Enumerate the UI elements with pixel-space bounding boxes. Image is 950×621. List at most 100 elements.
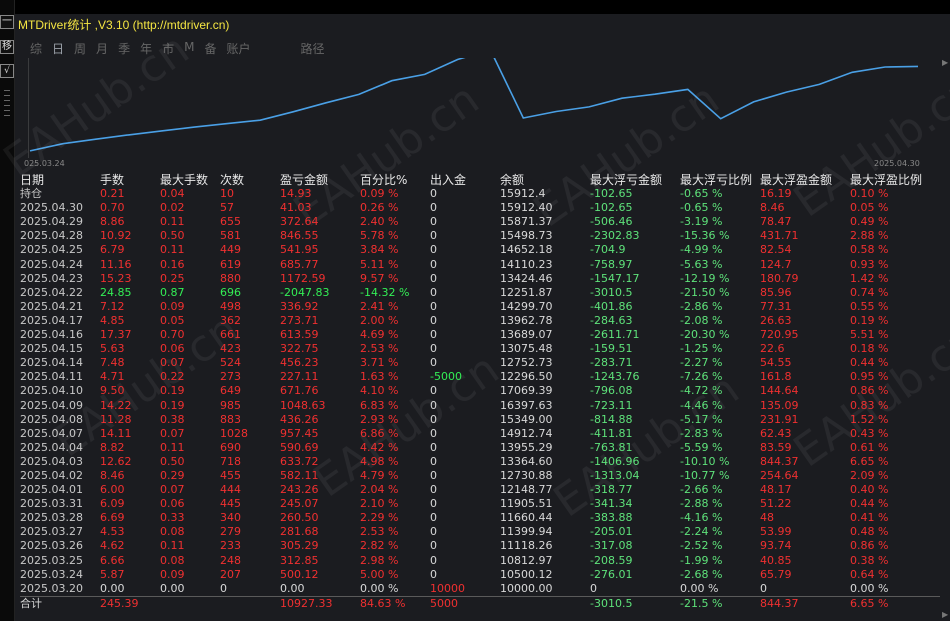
- table-cell: 0: [430, 215, 437, 229]
- table-row[interactable]: 2025.04.21 7.12 0.09 498 336.92 2.41 % 0 14299.…: [20, 300, 940, 314]
- table-cell: 322.75: [280, 342, 319, 356]
- table-row[interactable]: 2025.04.15 5.63 0.06 423 322.75 2.53 % 0 13075.…: [20, 342, 940, 356]
- table-cell: 2025.04.11: [20, 370, 83, 384]
- table-cell: 633.72: [280, 454, 319, 468]
- table-cell: 0: [430, 497, 437, 511]
- minimize-button[interactable]: 一: [0, 15, 14, 29]
- tab-6[interactable]: 市: [162, 40, 174, 56]
- column-header[interactable]: 百分比%: [360, 173, 407, 187]
- table-cell: 0.95 %: [850, 370, 889, 384]
- table-cell: -159.51: [590, 342, 633, 356]
- table-row[interactable]: 2025.04.30 0.70 0.02 57 41.03 0.26 % 0 15912.40…: [20, 201, 940, 215]
- table-cell: 0: [430, 426, 437, 440]
- table-row[interactable]: 2025.04.08 11.28 0.38 883 436.26 2.93 % 0 15349…: [20, 413, 940, 427]
- table-cell: 6.65 %: [850, 454, 889, 468]
- table-row[interactable]: 持仓 0.21 0.04 10 14.93 0.09 % 0 15912.4 -102.65 -0…: [20, 187, 940, 201]
- scroll-up-icon[interactable]: ▶: [942, 58, 950, 67]
- column-header[interactable]: 最大手数: [160, 173, 208, 187]
- period-tabs: 综日周月季年市 M 备账户 路径: [30, 40, 335, 56]
- table-cell: 2025.03.25: [20, 553, 83, 567]
- table-cell: 10: [220, 187, 234, 201]
- table-row[interactable]: 2025.04.23 15.23 0.25 880 1172.59 9.57 % 0 1342…: [20, 272, 940, 286]
- table-row[interactable]: 2025.04.28 10.92 0.50 581 846.55 5.78 % 0 15498…: [20, 229, 940, 243]
- column-header[interactable]: 最大浮盈比例: [850, 173, 922, 187]
- table-row[interactable]: 2025.04.14 7.48 0.07 524 456.23 3.71 % 0 12752.…: [20, 356, 940, 370]
- table-row[interactable]: 2025.04.03 12.62 0.50 718 633.72 4.98 % 0 13364…: [20, 455, 940, 469]
- table-cell: 0.38: [160, 412, 185, 426]
- table-cell: 0.86 %: [850, 539, 889, 553]
- tab-2[interactable]: 周: [74, 40, 86, 56]
- table-cell: 1028: [220, 426, 248, 440]
- table-cell: 83.59: [760, 440, 792, 454]
- tab-8[interactable]: 备: [204, 40, 216, 56]
- table-row[interactable]: 2025.04.01 6.00 0.07 444 243.26 2.04 % 0 12148.…: [20, 483, 940, 497]
- table-cell: 1.52 %: [850, 412, 889, 426]
- table-cell: 57: [220, 201, 234, 215]
- table-cell: 0.11: [160, 243, 185, 257]
- table-cell: 12296.50: [500, 370, 553, 384]
- table-cell: 5.00 %: [360, 567, 399, 581]
- column-header[interactable]: 盈亏金额: [280, 173, 328, 187]
- table-row[interactable]: 2025.04.02 8.46 0.29 455 582.11 4.79 % 0 12730.…: [20, 469, 940, 483]
- scroll-down-icon[interactable]: ▶: [942, 610, 950, 619]
- table-cell: 613.59: [280, 328, 319, 342]
- total-cell: 245.39: [100, 597, 139, 610]
- table-row[interactable]: 2025.04.09 14.22 0.19 985 1048.63 6.83 % 0 1639…: [20, 399, 940, 413]
- table-cell: 13075.48: [500, 342, 553, 356]
- table-cell: 17.37: [100, 328, 132, 342]
- column-header[interactable]: 最大浮亏比例: [680, 173, 752, 187]
- table-row[interactable]: 2025.04.16 17.37 0.70 661 613.59 4.69 % 0 13689…: [20, 328, 940, 342]
- table-row[interactable]: 2025.04.24 11.16 0.16 619 685.77 5.11 % 0 14110…: [20, 258, 940, 272]
- table-row[interactable]: 2025.04.04 8.82 0.11 690 590.69 4.42 % 0 13955.…: [20, 441, 940, 455]
- table-cell: 0: [430, 356, 437, 370]
- tab-5[interactable]: 年: [140, 40, 152, 56]
- table-row[interactable]: 2025.04.29 8.86 0.11 655 372.64 2.40 % 0 15871.…: [20, 215, 940, 229]
- tab-4[interactable]: 季: [118, 40, 130, 56]
- column-header[interactable]: 手数: [100, 173, 124, 187]
- tab-3[interactable]: 月: [96, 40, 108, 56]
- table-cell: 1.63 %: [360, 370, 399, 384]
- table-row[interactable]: 2025.03.31 6.09 0.06 445 245.07 2.10 % 0 11905.…: [20, 497, 940, 511]
- table-row[interactable]: 2025.04.11 4.71 0.22 273 227.11 1.63 % -5000 12…: [20, 370, 940, 384]
- table-row[interactable]: 2025.03.24 5.87 0.09 207 500.12 5.00 % 0 10500.…: [20, 568, 940, 582]
- confirm-button[interactable]: √: [0, 64, 14, 78]
- table-row[interactable]: 2025.03.28 6.69 0.33 340 260.50 2.29 % 0 11660.…: [20, 511, 940, 525]
- column-header[interactable]: 最大浮盈金额: [760, 173, 832, 187]
- chart-end-date: 2025.04.30: [874, 159, 920, 168]
- table-row[interactable]: 2025.04.22 24.85 0.87 696 -2047.83 -14.32 % 0 1…: [20, 286, 940, 300]
- column-header[interactable]: 余额: [500, 173, 524, 187]
- table-cell: 720.95: [760, 328, 799, 342]
- table-row[interactable]: 2025.04.25 6.79 0.11 449 541.95 3.84 % 0 14652.…: [20, 243, 940, 257]
- tab-0[interactable]: 综: [30, 40, 42, 56]
- table-cell: 85.96: [760, 285, 792, 299]
- table-cell: 524: [220, 356, 241, 370]
- table-row[interactable]: 2025.03.26 4.62 0.11 233 305.29 2.82 % 0 11118.…: [20, 539, 940, 553]
- table-cell: 0.06: [160, 342, 185, 356]
- table-cell: 15912.4: [500, 187, 546, 201]
- move-button[interactable]: 移: [0, 40, 14, 54]
- table-cell: 持仓: [20, 187, 42, 201]
- table-cell: -401.86: [590, 299, 633, 313]
- column-header[interactable]: 日期: [20, 173, 44, 187]
- table-cell: 2.09 %: [850, 468, 889, 482]
- table-row[interactable]: 2025.04.17 4.85 0.05 362 273.71 2.00 % 0 13962.…: [20, 314, 940, 328]
- tab-7[interactable]: M: [184, 40, 194, 56]
- column-header[interactable]: 最大浮亏金额: [590, 173, 662, 187]
- table-row[interactable]: 2025.03.27 4.53 0.08 279 281.68 2.53 % 0 11399.…: [20, 525, 940, 539]
- tab-1[interactable]: 日: [52, 40, 64, 56]
- table-cell: 12.62: [100, 454, 132, 468]
- table-cell: 690: [220, 440, 241, 454]
- table-cell: 0.33: [160, 511, 185, 525]
- tab-10[interactable]: 路径: [301, 40, 325, 56]
- table-cell: 2.29 %: [360, 511, 399, 525]
- tab-9[interactable]: 账户: [226, 40, 250, 56]
- table-cell: 13962.78: [500, 313, 553, 327]
- table-row[interactable]: 2025.04.10 9.50 0.19 649 671.76 4.10 % 0 17069.…: [20, 384, 940, 398]
- table-cell: 8.86: [100, 215, 125, 229]
- table-cell: 0: [430, 553, 437, 567]
- column-header[interactable]: 次数: [220, 173, 244, 187]
- table-cell: 8.46: [100, 468, 125, 482]
- table-row[interactable]: 2025.04.07 14.11 0.07 1028 957.45 6.86 % 0 1491…: [20, 427, 940, 441]
- table-row[interactable]: 2025.03.25 6.66 0.08 248 312.85 2.98 % 0 10812.…: [20, 554, 940, 568]
- column-header[interactable]: 出入金: [430, 173, 466, 187]
